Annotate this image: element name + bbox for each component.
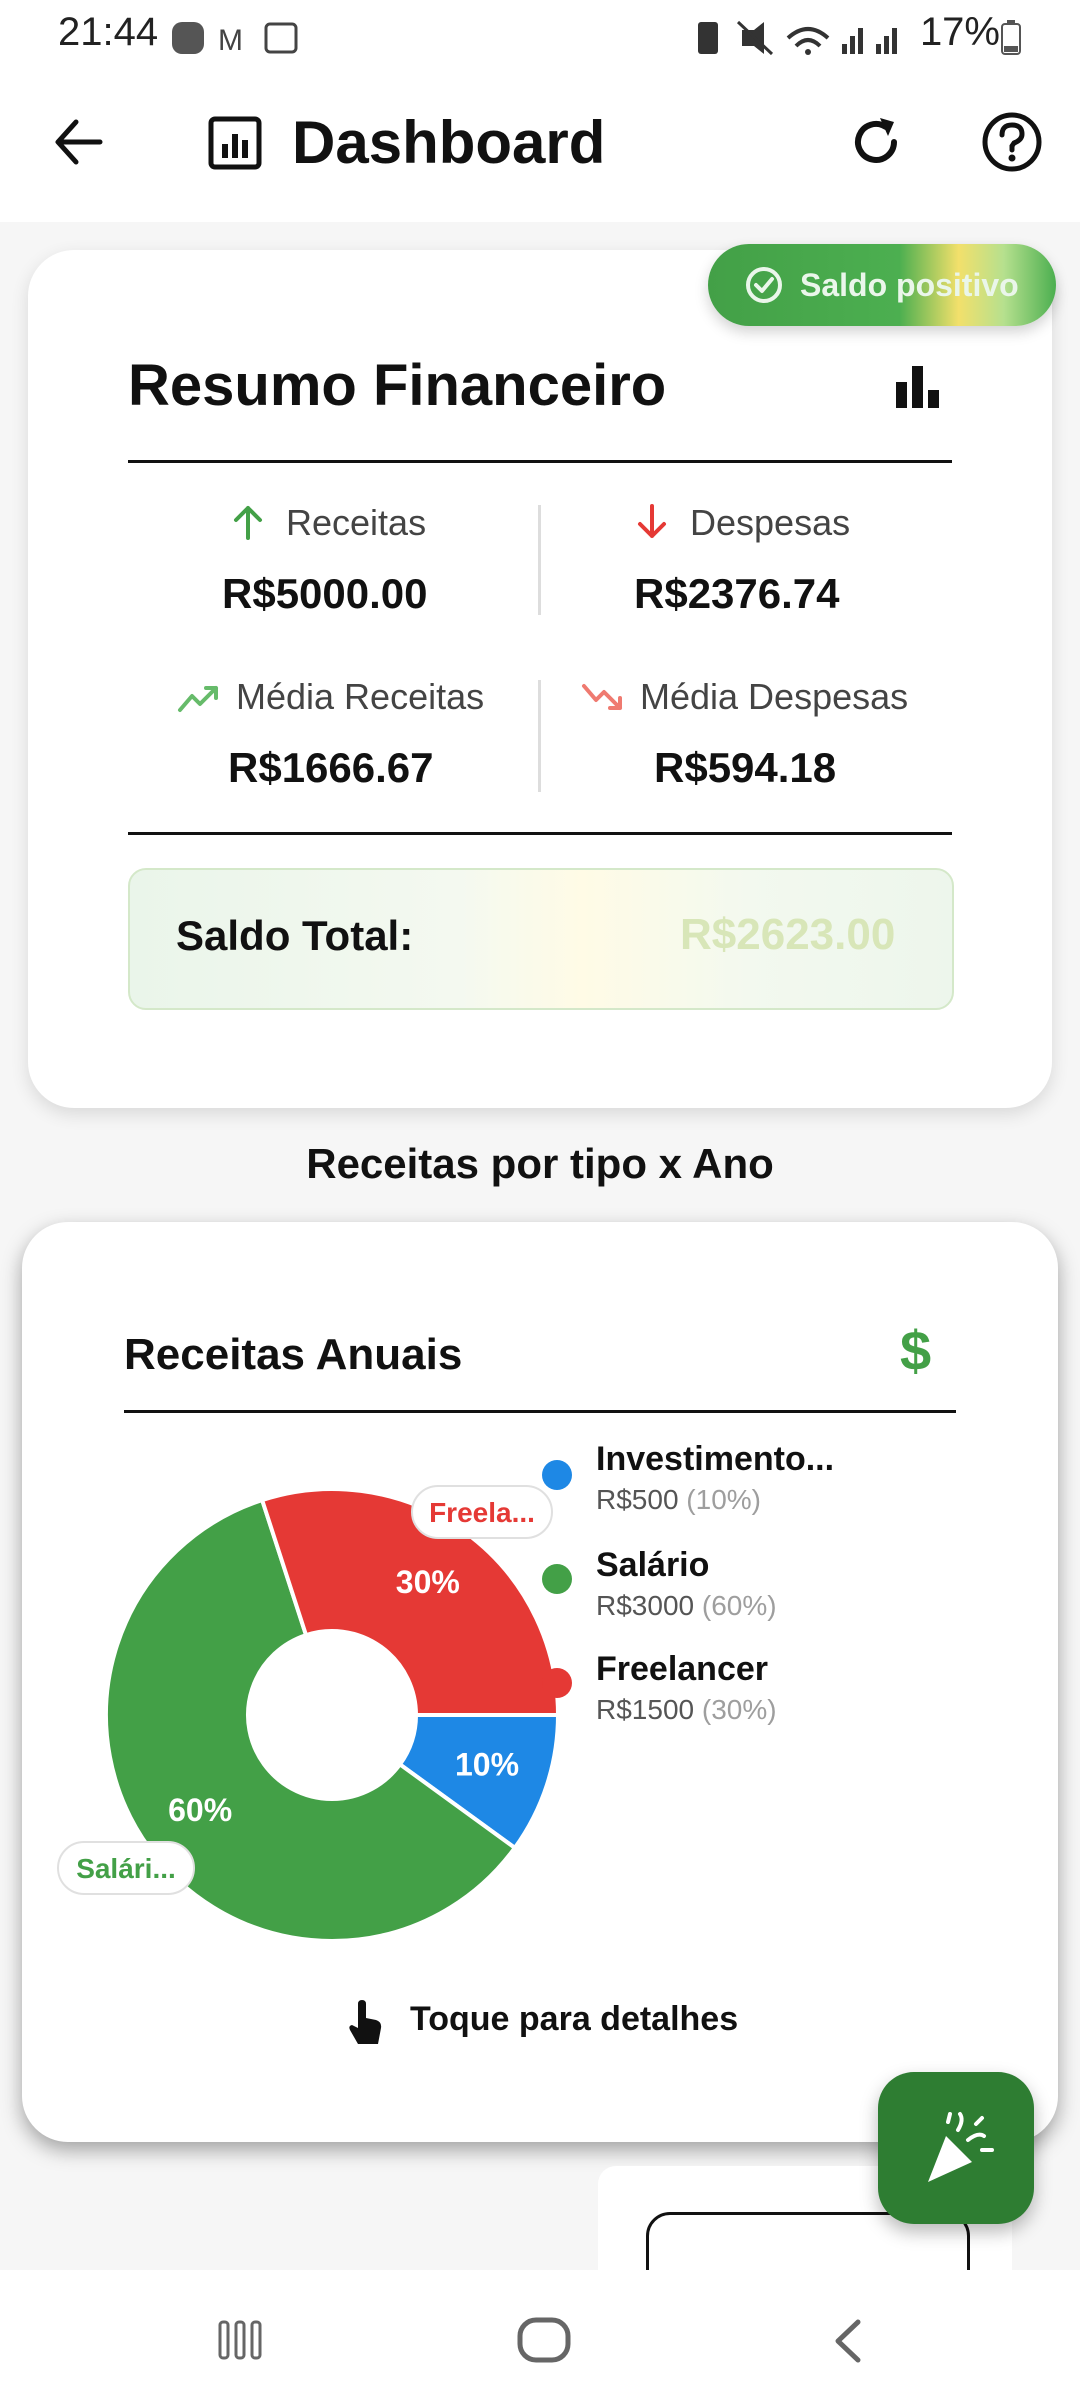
svg-text:Salári...: Salári... xyxy=(76,1853,176,1884)
celebration-icon xyxy=(928,2112,994,2182)
legend-dot-salario xyxy=(542,1564,572,1594)
saldo-total-label: Saldo Total: xyxy=(176,912,414,959)
arrow-up-icon xyxy=(234,506,262,540)
legend-name-freelancer: Freelancer xyxy=(596,1650,768,1688)
slice-callout-1: Salári... xyxy=(57,1841,195,1895)
help-icon[interactable] xyxy=(980,110,1044,174)
averages-vertical-divider xyxy=(538,680,541,792)
media-receitas-label: Média Receitas xyxy=(236,676,485,717)
home-icon[interactable] xyxy=(514,2314,574,2366)
despesas-value: R$2376.74 xyxy=(634,570,840,617)
pie-chart[interactable]: 10% 60% 30% Freela... Salári... xyxy=(0,1400,1080,2000)
stats-vertical-divider xyxy=(538,505,541,615)
media-despesas-value: R$594.18 xyxy=(654,744,837,791)
battery-icon xyxy=(1001,20,1021,55)
analytics-icon xyxy=(208,116,262,170)
status-badge-label: Saldo positivo xyxy=(800,267,1019,303)
trending-up-icon xyxy=(178,686,218,712)
touch-icon xyxy=(349,2000,382,2044)
media-despesas-label: Média Despesas xyxy=(640,676,909,717)
section-title: Receitas por tipo x Ano xyxy=(306,1140,774,1187)
svg-text:Freela...: Freela... xyxy=(429,1497,535,1528)
chart-title: Receitas Anuais xyxy=(124,1330,463,1379)
dollar-icon: $ xyxy=(900,1319,932,1382)
bar-chart-icon xyxy=(896,366,939,408)
notification-icons: M xyxy=(172,22,298,57)
back-arrow-icon[interactable] xyxy=(50,112,110,172)
svg-text:M: M xyxy=(218,24,243,57)
slice-percent-label-1: 60% xyxy=(168,1792,232,1828)
battery-percent: 17% xyxy=(919,10,1000,54)
slice-percent-label-0: 10% xyxy=(455,1746,519,1782)
back-nav-icon[interactable] xyxy=(828,2316,868,2366)
summary-bottom-divider xyxy=(128,832,952,835)
slice-callout-2: Freela... xyxy=(411,1485,553,1539)
receitas-value: R$5000.00 xyxy=(222,570,428,617)
receitas-label: Receitas xyxy=(286,502,427,543)
legend-dot-freelancer xyxy=(542,1668,572,1698)
arrow-down-icon xyxy=(638,504,666,538)
status-time: 21:44 xyxy=(58,10,159,54)
legend-dot-investimento xyxy=(542,1460,572,1490)
despesas-label: Despesas xyxy=(690,502,851,543)
status-bar xyxy=(0,0,1080,72)
saldo-total-value: R$2623.00 xyxy=(680,910,896,959)
system-status-icons xyxy=(698,20,897,56)
check-circle-icon xyxy=(746,267,782,303)
recent-apps-icon[interactable] xyxy=(216,2318,266,2362)
refresh-icon[interactable] xyxy=(846,112,906,172)
page-title: Dashboard xyxy=(292,109,606,176)
legend-value-investimento: R$500 (10%) xyxy=(596,1484,761,1515)
legend-value-freelancer: R$1500 (30%) xyxy=(596,1694,777,1725)
trending-down-icon xyxy=(582,684,622,710)
legend-value-salario: R$3000 (60%) xyxy=(596,1590,777,1621)
tap-for-details-hint[interactable]: Toque para detalhes xyxy=(410,2000,738,2039)
media-receitas-value: R$1666.67 xyxy=(228,744,434,791)
summary-title: Resumo Financeiro xyxy=(128,353,667,418)
legend-name-investimento: Investimento... xyxy=(596,1440,835,1478)
legend-name-salario: Salário xyxy=(596,1546,710,1584)
summary-top-divider xyxy=(128,460,952,463)
slice-percent-label-2: 30% xyxy=(396,1564,460,1600)
